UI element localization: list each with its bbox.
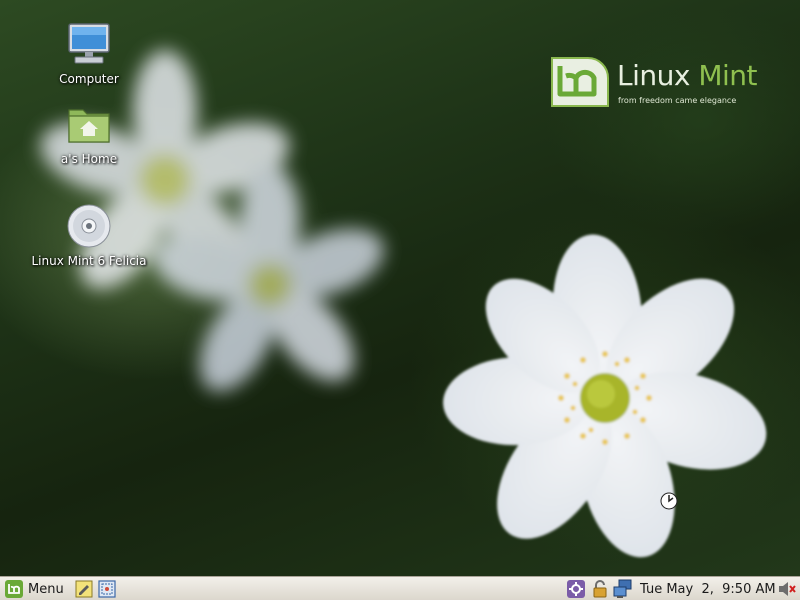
desktop-icon-computer[interactable]: Computer — [25, 20, 153, 87]
home-folder-icon — [68, 109, 110, 143]
tray-network[interactable] — [613, 579, 633, 599]
network-icon — [613, 579, 632, 598]
desktop-icon-home[interactable]: a's Home — [25, 100, 153, 167]
brand-tagline: from freedom came elegance — [618, 96, 737, 105]
update-manager-icon — [567, 580, 585, 598]
busy-cursor-icon — [660, 492, 678, 510]
desktop-icon-label: Computer — [59, 72, 119, 86]
clock-text: Tue May 2, 9:50 AM — [640, 581, 776, 597]
speaker-muted-icon — [779, 582, 796, 596]
tray-volume[interactable] — [777, 579, 797, 599]
text-editor-icon — [75, 580, 93, 598]
desktop-icon-cd[interactable]: Linux Mint 6 Felicia — [25, 202, 153, 269]
brand-name: Linux Mint — [617, 59, 758, 92]
desktop-icon-label: Linux Mint 6 Felicia — [31, 254, 147, 268]
mint-menu-icon — [5, 580, 23, 598]
desktop-icon-label: a's Home — [60, 152, 118, 166]
brand-name-part1: Linux — [617, 59, 690, 92]
brand-name-part2: Mint — [698, 59, 758, 92]
tray-update-manager[interactable] — [566, 579, 586, 599]
launcher-screenshot-tool[interactable] — [97, 579, 117, 599]
mint-leaf-icon — [551, 57, 609, 107]
clock[interactable]: Tue May 2, 9:50 AM — [640, 579, 776, 599]
cd-disc-icon — [67, 204, 111, 248]
computer-icon — [68, 23, 110, 64]
screenshot-tool-icon — [98, 580, 116, 598]
linux-mint-logo: Linux Mint from freedom came elegance — [550, 56, 758, 110]
menu-label: Menu — [28, 581, 64, 597]
launcher-text-editor[interactable] — [74, 579, 94, 599]
desktop[interactable]: Computer a's Home Linux Mint 6 Felicia L… — [0, 0, 800, 576]
menu-button[interactable]: Menu — [4, 579, 64, 599]
tray-lock[interactable] — [590, 579, 610, 599]
bottom-panel: Menu Tue May 2, 9:50 AM — [0, 576, 800, 600]
lock-icon — [593, 580, 607, 598]
